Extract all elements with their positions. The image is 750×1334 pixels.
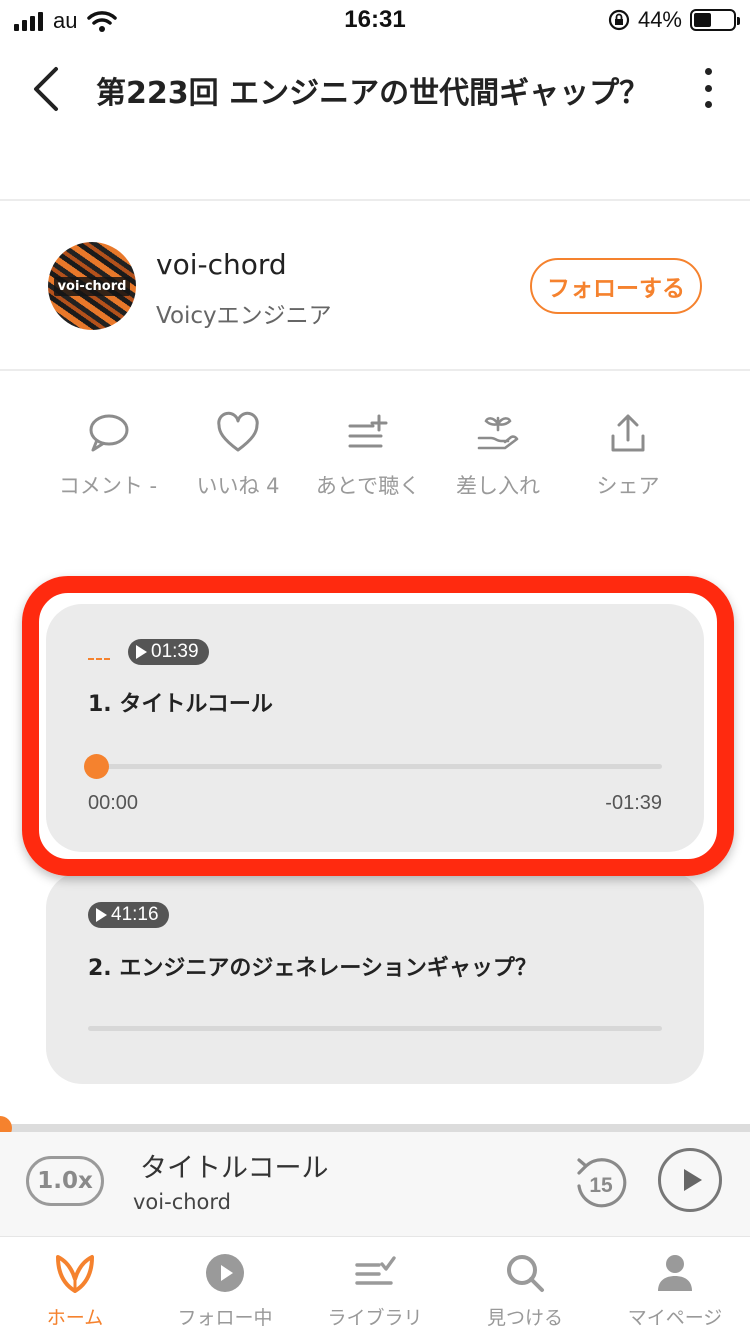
- listen-later-label: あとで聴く: [315, 474, 421, 498]
- tab-discover[interactable]: 見つける: [450, 1237, 600, 1334]
- listen-later-button[interactable]: あとで聴く: [308, 410, 428, 510]
- current-time: 00:00: [88, 792, 139, 814]
- action-bar: コメント - いいね 4 あとで聴く 差し入れ シェア: [48, 410, 688, 510]
- tab-label: 見つける: [486, 1307, 563, 1329]
- tab-following[interactable]: フォロー中: [150, 1237, 300, 1334]
- tab-bar: ホーム フォロー中 ライブラリ 見つける マイページ: [0, 1236, 750, 1334]
- home-logo-icon: [56, 1255, 94, 1293]
- remaining-time: -01:39: [605, 792, 662, 814]
- play-button[interactable]: [658, 1148, 722, 1212]
- comment-label: コメント -: [58, 474, 158, 498]
- battery-icon: [690, 9, 740, 31]
- duration-text: 01:39: [151, 641, 199, 662]
- share-icon: [611, 414, 645, 452]
- battery-percent: 44%: [637, 7, 682, 32]
- speed-button[interactable]: 1.0x: [26, 1156, 104, 1206]
- chapter-title: 2. エンジニアのジェネレーションギャップ？: [88, 956, 537, 981]
- divider: [0, 199, 750, 201]
- back-chevron-icon[interactable]: [28, 64, 68, 114]
- channel-subtitle: Voicyエンジニア: [156, 303, 332, 329]
- heart-icon: [217, 411, 259, 452]
- play-triangle-icon: [96, 908, 107, 922]
- comment-button[interactable]: コメント -: [48, 410, 168, 510]
- nav-bar: 第223回 エンジニアの世代間ギャップ？: [0, 50, 750, 130]
- play-circle-icon: [206, 1254, 244, 1292]
- like-label: いいね 4: [196, 474, 280, 498]
- share-button[interactable]: シェア: [568, 410, 688, 510]
- channel-avatar[interactable]: voi-chord: [48, 242, 136, 330]
- comment-icon: [89, 414, 129, 452]
- chapter-card-1[interactable]: 01:39 1. タイトルコール 00:00 -01:39: [46, 604, 704, 852]
- status-bar: au 16:31 44%: [0, 0, 750, 42]
- avatar-logo-text: voi-chord: [53, 276, 131, 296]
- follow-button[interactable]: フォローする: [530, 258, 702, 314]
- rotation-lock-icon: [608, 9, 630, 31]
- player-progress-bar[interactable]: [0, 1116, 750, 1140]
- person-icon: [658, 1255, 692, 1291]
- chapter-seek-bar[interactable]: [88, 1026, 662, 1031]
- like-button[interactable]: いいね 4: [178, 410, 298, 510]
- playing-indicator: [88, 658, 110, 660]
- tab-home[interactable]: ホーム: [0, 1237, 150, 1334]
- duration-badge: 41:16: [88, 902, 169, 928]
- channel-name[interactable]: voi-chord: [156, 248, 287, 281]
- library-icon: [355, 1256, 396, 1285]
- tab-library[interactable]: ライブラリ: [300, 1237, 450, 1334]
- tab-label: ホーム: [46, 1307, 104, 1329]
- play-triangle-icon: [136, 645, 147, 659]
- rewind-seconds: 15: [589, 1174, 613, 1197]
- more-menu-icon[interactable]: [696, 68, 720, 108]
- tab-mypage[interactable]: マイページ: [600, 1237, 750, 1334]
- share-label: シェア: [596, 474, 660, 498]
- rewind-15-icon[interactable]: 15: [570, 1152, 630, 1212]
- gift-button[interactable]: 差し入れ: [438, 410, 558, 510]
- channel-info: voi-chord voi-chord Voicyエンジニア フォローする: [0, 202, 750, 370]
- playlist-add-icon: [348, 414, 388, 448]
- player-title: タイトルコール: [140, 1153, 329, 1184]
- tab-label: マイページ: [627, 1307, 723, 1329]
- episode-title: 第223回 エンジニアの世代間ギャップ？: [96, 76, 650, 111]
- chapter-seek-bar[interactable]: [84, 754, 662, 779]
- play-icon: [683, 1169, 702, 1191]
- tab-label: ライブラリ: [327, 1307, 423, 1329]
- chapter-title: 1. タイトルコール: [88, 692, 273, 717]
- duration-badge: 01:39: [128, 639, 209, 665]
- divider: [0, 369, 750, 371]
- gift-hand-icon: [477, 416, 519, 450]
- mini-player: 1.0x タイトルコール voi-chord 15: [0, 1132, 750, 1236]
- chapter-card-2[interactable]: 41:16 2. エンジニアのジェネレーションギャップ？: [46, 872, 704, 1084]
- seek-knob[interactable]: [84, 754, 109, 779]
- gift-label: 差し入れ: [456, 474, 540, 498]
- tab-label: フォロー中: [177, 1307, 273, 1329]
- duration-text: 41:16: [111, 904, 159, 925]
- player-channel: voi-chord: [133, 1190, 231, 1214]
- search-icon: [507, 1255, 544, 1292]
